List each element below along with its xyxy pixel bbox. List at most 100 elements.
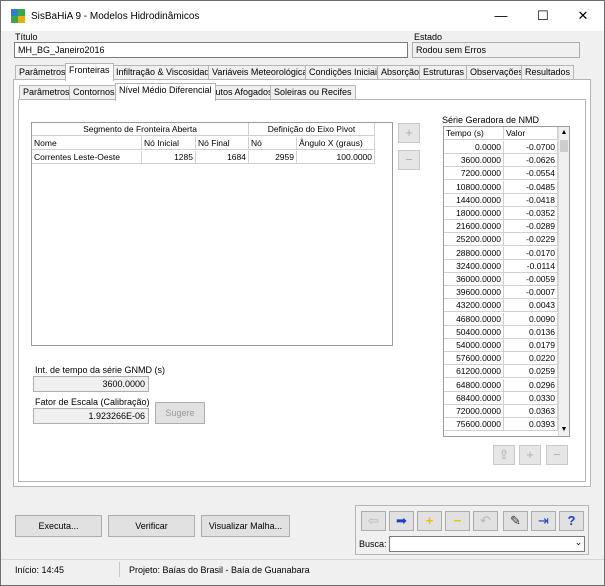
series-time-cell[interactable]: 68400.0000 <box>444 391 504 405</box>
tab-estruturas[interactable]: Estruturas <box>419 65 469 80</box>
col-header-nome[interactable]: Nome <box>32 137 142 150</box>
series-value-cell[interactable]: 0.0330 <box>504 391 558 405</box>
series-time-cell[interactable]: 3600.0000 <box>444 154 504 168</box>
busca-dropdown-icon[interactable]: ⌄ <box>573 536 584 552</box>
tab-infiltracao-viscosidade[interactable]: Infiltração & Viscosidade <box>112 65 219 80</box>
edit-pencil-icon[interactable]: ✎ <box>503 511 528 531</box>
table-row-angulo[interactable]: 100.0000 <box>297 151 375 164</box>
series-value-cell[interactable]: -0.0626 <box>504 154 558 168</box>
visualizar-malha-button[interactable]: Visualizar Malha... <box>201 515 290 537</box>
close-button[interactable]: ✕ <box>563 1 603 31</box>
remove-record-icon[interactable]: − <box>445 511 470 531</box>
series-value-cell[interactable]: -0.0700 <box>504 141 558 154</box>
series-value-cell[interactable]: 0.0136 <box>504 325 558 339</box>
tab-resultados[interactable]: Resultados <box>521 65 575 80</box>
series-value-cell[interactable]: 0.0259 <box>504 365 558 379</box>
table-row-no[interactable]: 2959 <box>249 151 297 164</box>
add-series-row-button[interactable]: + <box>519 445 541 465</box>
series-time-cell[interactable]: 7200.0000 <box>444 167 504 181</box>
executa-button[interactable]: Executa... <box>15 515 102 537</box>
subtab-nivel-medio-diferencial[interactable]: Nível Médio Diferencial <box>115 83 216 101</box>
busca-input[interactable] <box>389 536 585 552</box>
series-value-cell[interactable]: -0.0170 <box>504 246 558 260</box>
col-header-tempo[interactable]: Tempo (s) <box>444 127 504 140</box>
tab-variaveis-meteorologicas[interactable]: Variáveis Meteorológicas <box>208 65 316 80</box>
exit-door-icon[interactable]: ⇥ <box>531 511 556 531</box>
series-time-cell[interactable]: 36000.0000 <box>444 273 504 286</box>
forward-arrow-icon[interactable]: ➡ <box>389 511 414 531</box>
maximize-button[interactable]: ☐ <box>523 1 563 31</box>
series-value-cell[interactable]: 0.0393 <box>504 418 558 432</box>
series-value-cell[interactable]: 0.0363 <box>504 405 558 418</box>
remove-series-row-button[interactable]: − <box>546 445 568 465</box>
table-row-nome[interactable]: Correntes Leste-Oeste <box>32 151 142 164</box>
verificar-button[interactable]: Verificar <box>108 515 195 537</box>
series-time-cell[interactable]: 10800.0000 <box>444 180 504 194</box>
series-time-cell[interactable]: 18000.0000 <box>444 207 504 220</box>
series-time-cell[interactable]: 61200.0000 <box>444 365 504 379</box>
scroll-thumb[interactable] <box>560 140 568 152</box>
col-header-no-inicial[interactable]: Nó Inicial <box>142 137 196 150</box>
titulo-input[interactable]: MH_BG_Janeiro2016 <box>14 42 408 58</box>
subtab-soleiras-recifes[interactable]: Soleiras ou Recifes <box>270 85 356 100</box>
series-value-cell[interactable]: -0.0554 <box>504 167 558 181</box>
series-time-cell[interactable]: 57600.0000 <box>444 352 504 366</box>
series-time-cell[interactable]: 43200.0000 <box>444 299 504 313</box>
series-value-cell[interactable]: -0.0114 <box>504 259 558 273</box>
table-row-no-final[interactable]: 1684 <box>196 151 249 164</box>
series-value-cell[interactable]: 0.0220 <box>504 352 558 366</box>
gnmd-interval-field[interactable]: 3600.0000 <box>33 376 149 392</box>
col-header-no-final[interactable]: Nó Final <box>196 137 249 150</box>
series-time-cell[interactable]: 64800.0000 <box>444 378 504 392</box>
tab-observacoes[interactable]: Observações <box>466 65 528 80</box>
series-value-cell[interactable]: -0.0059 <box>504 273 558 286</box>
series-value-cell[interactable]: 0.0179 <box>504 339 558 352</box>
series-time-cell[interactable]: 28800.0000 <box>444 246 504 260</box>
series-value-cell[interactable]: -0.0418 <box>504 193 558 207</box>
series-value-cell[interactable]: -0.0352 <box>504 207 558 220</box>
tab-parametros[interactable]: Parâmetros <box>15 65 70 80</box>
series-time-cell[interactable]: 39600.0000 <box>444 286 504 300</box>
sugere-button[interactable]: Sugere <box>155 402 205 424</box>
subtab-dutos-afogados[interactable]: Dutos Afogados <box>205 85 277 100</box>
col-header-valor[interactable]: Valor <box>504 127 558 140</box>
tab-absorcao[interactable]: Absorção <box>377 65 424 80</box>
undo-icon[interactable]: ↶ <box>473 511 498 531</box>
add-record-icon[interactable]: + <box>417 511 442 531</box>
series-value-cell[interactable]: -0.0289 <box>504 220 558 234</box>
series-time-cell[interactable]: 54000.0000 <box>444 339 504 352</box>
add-segment-button[interactable]: + <box>398 123 420 143</box>
series-time-cell[interactable]: 0.0000 <box>444 141 504 154</box>
series-value-cell[interactable]: -0.0007 <box>504 286 558 300</box>
import-series-button[interactable]: ⇪ <box>493 445 515 465</box>
series-value-cell[interactable]: -0.0485 <box>504 180 558 194</box>
col-header-angulo[interactable]: Ângulo X (graus) <box>297 137 375 150</box>
series-time-cell[interactable]: 21600.0000 <box>444 220 504 234</box>
table-row-no-inicial[interactable]: 1285 <box>142 151 196 164</box>
tab-condicoes-iniciais[interactable]: Condições Iniciais <box>305 65 386 80</box>
status-projeto: Projeto: Baías do Brasil - Baía de Guana… <box>129 565 310 575</box>
col-header-no[interactable]: Nó <box>249 137 297 150</box>
series-value-cell[interactable]: 0.0043 <box>504 299 558 313</box>
series-time-cell[interactable]: 14400.0000 <box>444 193 504 207</box>
back-arrow-icon[interactable]: ⇦ <box>361 511 386 531</box>
series-time-cell[interactable]: 25200.0000 <box>444 233 504 247</box>
tab-fronteiras[interactable]: Fronteiras <box>65 63 114 81</box>
subtab-parametros[interactable]: Parâmetros <box>19 85 74 100</box>
series-value-cell[interactable]: -0.0229 <box>504 233 558 247</box>
series-time-cell[interactable]: 46800.0000 <box>444 312 504 326</box>
remove-segment-button[interactable]: − <box>398 150 420 170</box>
series-value-cell[interactable]: 0.0090 <box>504 312 558 326</box>
series-scrollbar[interactable]: ▲ ▼ <box>558 127 569 436</box>
series-time-cell[interactable]: 50400.0000 <box>444 325 504 339</box>
help-icon[interactable]: ? <box>559 511 584 531</box>
scale-factor-field[interactable]: 1.923266E-06 <box>33 408 149 424</box>
scroll-up-icon[interactable]: ▲ <box>559 127 569 139</box>
series-value-cell[interactable]: 0.0296 <box>504 378 558 392</box>
series-time-cell[interactable]: 32400.0000 <box>444 259 504 273</box>
series-time-cell[interactable]: 72000.0000 <box>444 405 504 418</box>
scroll-down-icon[interactable]: ▼ <box>559 424 569 436</box>
series-time-cell[interactable]: 75600.0000 <box>444 418 504 432</box>
subtab-contornos[interactable]: Contornos <box>69 85 119 100</box>
minimize-button[interactable]: — <box>481 1 521 31</box>
